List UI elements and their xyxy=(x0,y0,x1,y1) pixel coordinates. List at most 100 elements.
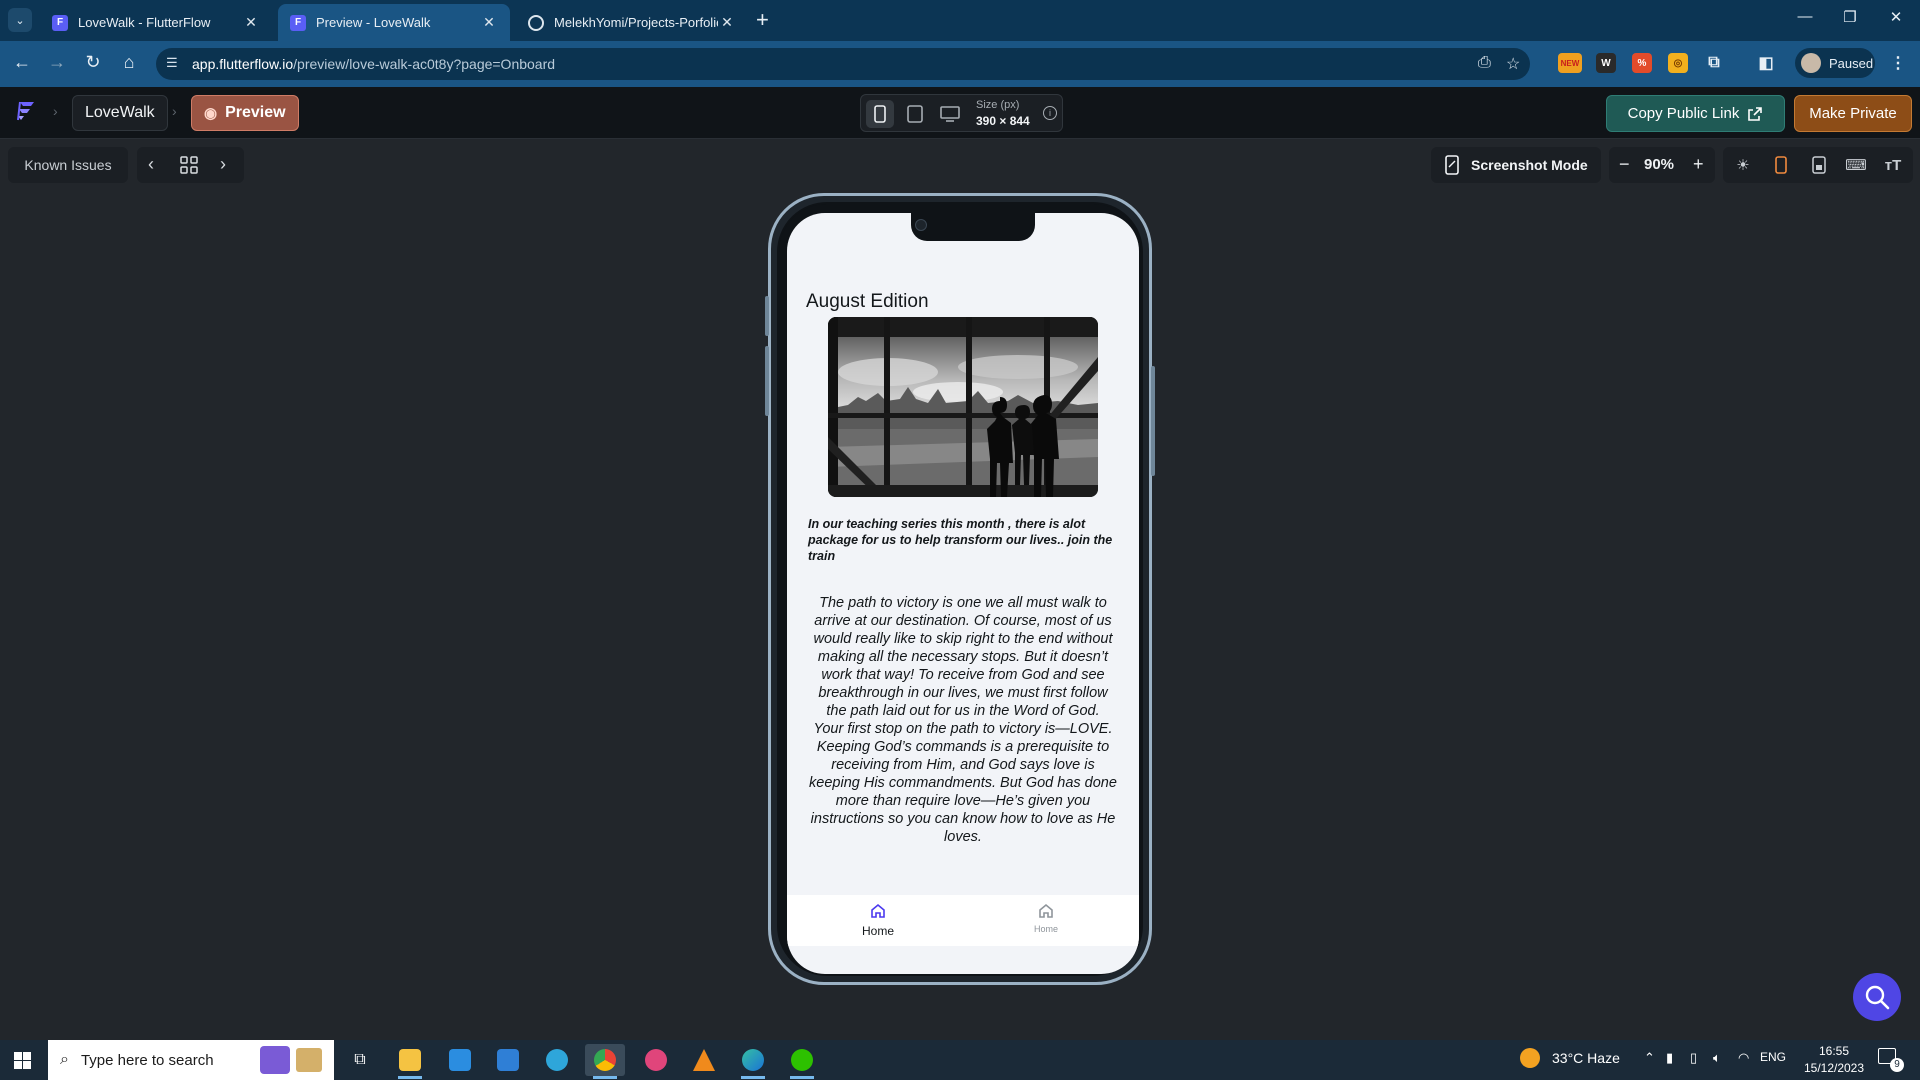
address-bar[interactable]: ☰ app.flutterflow.io/preview/love-walk-a… xyxy=(156,48,1530,80)
wps-office-icon[interactable] xyxy=(636,1044,676,1076)
external-link-icon xyxy=(1748,106,1763,121)
desktop-device-button[interactable] xyxy=(936,100,964,128)
extension-vpn-icon[interactable]: % xyxy=(1632,53,1652,73)
extension-coupon-icon[interactable]: ◎ xyxy=(1668,53,1688,73)
text-scale-icon[interactable]: ᴛT xyxy=(1881,153,1905,177)
light-mode-sun-icon[interactable]: ☀ xyxy=(1731,153,1755,177)
chrome-icon[interactable] xyxy=(585,1044,625,1079)
tab-preview-lovewalk[interactable]: F Preview - LoveWalk ✕ xyxy=(278,4,510,41)
phone-device-button[interactable] xyxy=(866,100,894,128)
page-grid-icon[interactable] xyxy=(180,154,198,179)
known-issues-label: Known Issues xyxy=(24,157,112,173)
tray-chevron-up-icon[interactable]: ⌃ xyxy=(1644,1050,1655,1066)
close-tab-icon[interactable]: ✕ xyxy=(718,14,736,31)
file-explorer-icon[interactable] xyxy=(390,1044,430,1079)
reload-icon[interactable]: ↻ xyxy=(81,52,105,73)
restore-icon[interactable]: ❐ xyxy=(1830,8,1870,26)
responsive-icon[interactable] xyxy=(1807,153,1831,177)
project-name-button[interactable]: LoveWalk xyxy=(72,95,168,131)
flutterflow-favicon-icon: F xyxy=(290,14,306,31)
nav-home-label: Home xyxy=(861,924,894,938)
zoom-level: 90% xyxy=(1644,156,1675,173)
edge-icon[interactable] xyxy=(733,1044,773,1079)
wechat-icon[interactable] xyxy=(782,1044,822,1079)
tab-github-portfolio[interactable]: MelekhYomi/Projects-Porfolio-I ✕ xyxy=(516,4,748,41)
tablet-device-button[interactable] xyxy=(901,100,929,128)
zoom-in-icon[interactable]: + xyxy=(1693,154,1704,175)
language-indicator[interactable]: ENG xyxy=(1760,1050,1786,1064)
taskbar-clock[interactable]: 16:55 15/12/2023 xyxy=(1789,1043,1879,1077)
nav-home-inactive[interactable]: Home xyxy=(1001,903,1091,934)
telegram-icon[interactable] xyxy=(537,1044,577,1076)
battery-icon[interactable]: ▯ xyxy=(1690,1050,1697,1066)
forward-arrow-icon[interactable]: → xyxy=(45,52,69,73)
info-icon[interactable]: i xyxy=(1043,106,1057,120)
next-page-chevron-icon[interactable]: › xyxy=(220,154,226,175)
url-text[interactable]: app.flutterflow.io/preview/love-walk-ac0… xyxy=(192,56,555,72)
tablet-frame-icon xyxy=(1812,156,1826,174)
keyboard-icon[interactable]: ⌨ xyxy=(1844,153,1868,177)
home-icon[interactable]: ⌂ xyxy=(117,52,141,73)
size-value: 390 × 844 xyxy=(976,114,1030,128)
desktop-icon xyxy=(940,106,960,122)
search-icon xyxy=(1865,985,1890,1010)
back-arrow-icon[interactable]: ← xyxy=(10,52,34,73)
flutterflow-logo-icon[interactable] xyxy=(14,99,38,123)
device-frame-icon[interactable] xyxy=(1769,153,1793,177)
floating-search-button[interactable] xyxy=(1853,973,1901,1021)
preview-button[interactable]: ◉ Preview xyxy=(191,95,299,131)
eye-icon: ◉ xyxy=(204,105,218,122)
clock-date: 15/12/2023 xyxy=(1803,1061,1865,1075)
network-signal-icon[interactable]: ▮ xyxy=(1666,1050,1673,1066)
site-info-icon[interactable]: ☰ xyxy=(166,55,178,71)
zoom-out-icon[interactable]: − xyxy=(1619,154,1630,175)
mail-icon[interactable] xyxy=(488,1044,528,1076)
preview-label: Preview xyxy=(225,104,286,121)
wifi-icon[interactable]: ◠ xyxy=(1738,1050,1749,1066)
new-tab-icon[interactable]: + xyxy=(756,8,769,32)
microsoft-store-icon[interactable] xyxy=(440,1044,480,1076)
minimize-icon[interactable]: — xyxy=(1785,8,1825,25)
known-issues-button[interactable]: Known Issues xyxy=(8,147,128,183)
install-app-icon[interactable]: ⎙ xyxy=(1478,54,1491,72)
close-tab-icon[interactable]: ✕ xyxy=(242,14,260,31)
task-view-icon[interactable]: ⧉ xyxy=(340,1044,380,1076)
profile-chip[interactable]: Paused xyxy=(1795,48,1875,78)
url-path: /preview/love-walk-ac0t8y?page=Onboard xyxy=(293,56,556,72)
device-size-selector: Size (px) 390 × 844 i xyxy=(860,94,1063,132)
bookmark-star-icon[interactable]: ☆ xyxy=(1506,54,1520,74)
hero-image xyxy=(828,317,1098,497)
page-navigator: ‹ › xyxy=(137,147,244,183)
make-private-button[interactable]: Make Private xyxy=(1794,95,1912,132)
notification-count: 9 xyxy=(1890,1058,1904,1072)
weather-icon xyxy=(1520,1048,1540,1071)
screenshot-mode-button[interactable]: Screenshot Mode xyxy=(1431,147,1601,183)
windows-start-icon[interactable] xyxy=(14,1052,31,1069)
copy-link-label: Copy Public Link xyxy=(1627,105,1740,122)
home-icon xyxy=(871,903,885,918)
nav-home-active[interactable]: Home xyxy=(833,903,923,938)
close-tab-icon[interactable]: ✕ xyxy=(480,14,498,31)
tab-label: LoveWalk - FlutterFlow xyxy=(78,15,211,30)
copy-public-link-button[interactable]: Copy Public Link xyxy=(1606,95,1785,132)
side-panel-icon[interactable]: ◧ xyxy=(1756,53,1776,73)
taskbar-search-box[interactable]: ⌕ Type here to search xyxy=(48,1040,334,1080)
phone-notch xyxy=(911,213,1035,241)
browser-menu-icon[interactable]: ⋮ xyxy=(1888,53,1908,73)
extension-wappalyzer-icon[interactable]: W xyxy=(1596,53,1616,73)
previous-page-chevron-icon[interactable]: ‹ xyxy=(148,154,154,175)
article-body: The path to victory is one we all must w… xyxy=(809,595,1117,845)
tab-label: Preview - LoveWalk xyxy=(316,15,431,30)
tab-search-chevron-icon[interactable]: ⌄ xyxy=(8,8,32,32)
extension-new-icon[interactable]: NEW xyxy=(1558,53,1582,73)
volume-icon[interactable]: 🔈︎ xyxy=(1713,1050,1721,1066)
phone-side-button xyxy=(765,296,769,336)
notification-center-icon[interactable]: 9 xyxy=(1876,1048,1906,1072)
window-close-icon[interactable]: ✕ xyxy=(1876,8,1916,26)
tab-lovewalk-flutterflow[interactable]: F LoveWalk - FlutterFlow ✕ xyxy=(40,4,272,41)
search-highlight-icon xyxy=(260,1046,290,1074)
extensions-puzzle-icon[interactable]: ⧉ xyxy=(1704,53,1724,73)
weather-text[interactable]: 33°C Haze xyxy=(1552,1050,1620,1066)
vlc-icon[interactable] xyxy=(684,1044,724,1076)
tab-label: MelekhYomi/Projects-Porfolio-I xyxy=(554,15,718,30)
